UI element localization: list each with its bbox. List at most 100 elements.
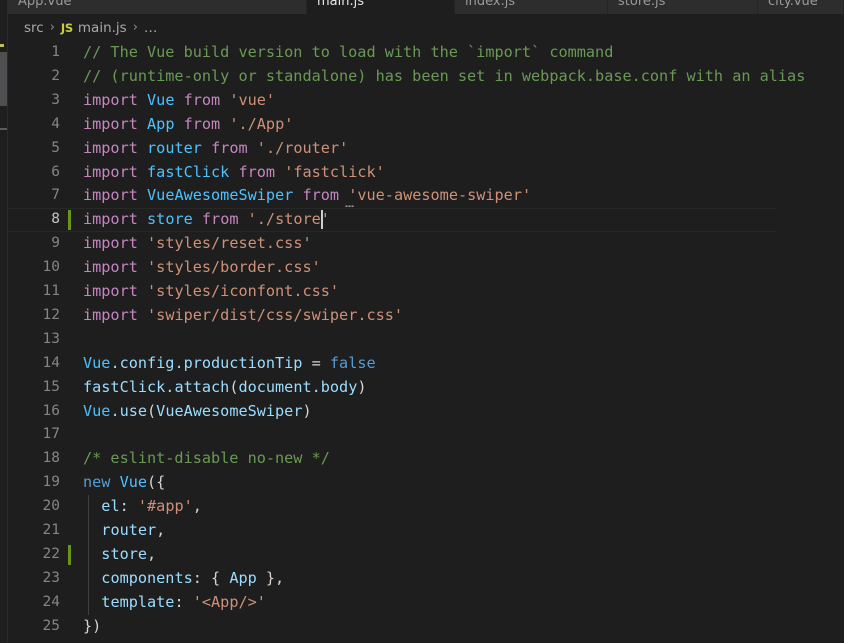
line-number: 5 xyxy=(51,139,60,156)
code-line[interactable]: 24 template: '<App/>' xyxy=(8,591,844,615)
code-line[interactable]: 20 el: '#app', xyxy=(8,495,844,519)
code-line[interactable]: 8 import store from './store' xyxy=(8,208,844,233)
code-token: from xyxy=(238,162,276,181)
code-line[interactable]: 25}) xyxy=(8,615,844,639)
code-token: import xyxy=(83,234,138,253)
code-line[interactable]: 19 new Vue({ xyxy=(8,471,844,495)
vscode-editor-window: App.vue main.js index.js store.js city.vue s… xyxy=(0,0,844,643)
code-token: from xyxy=(211,138,248,157)
code-token: : xyxy=(174,592,193,611)
code-line[interactable]: 11 import 'styles/iconfont.css' xyxy=(8,280,844,304)
code-line[interactable]: 18 /* eslint-disable no-new */ xyxy=(8,447,844,471)
tab-label: App.vue xyxy=(18,0,72,9)
code-token: from xyxy=(302,186,340,205)
code-line[interactable]: 4 import App from './App' xyxy=(8,113,844,137)
code-token: import xyxy=(83,162,138,181)
code-line[interactable]: 7 import VueAwesomeSwiper from 'vue-aweso… xyxy=(8,184,844,208)
editor-tab-main-js[interactable]: main.js xyxy=(307,0,455,14)
scrollbar-warning-marker xyxy=(0,44,4,47)
code-line[interactable]: 14 Vue.config.productionTip = false xyxy=(8,352,844,376)
code-token: 'vue' xyxy=(229,90,276,109)
line-number: 4 xyxy=(51,115,60,132)
code-line[interactable]: 5 import router from './router' xyxy=(8,137,844,161)
code-line[interactable]: 2 // (runtime-only or standalone) has bee… xyxy=(8,65,844,89)
breadcrumb-separator-icon: › xyxy=(49,20,55,35)
code-line[interactable]: 10 import 'styles/border.css' xyxy=(8,256,844,280)
code-line[interactable]: 16 Vue.use(VueAwesomeSwiper) xyxy=(8,400,844,424)
code-text: import 'styles/border.css' xyxy=(83,256,321,280)
code-line[interactable]: 3 import Vue from 'vue' xyxy=(8,89,844,113)
line-number: 1 xyxy=(51,44,60,60)
text-caret xyxy=(321,210,324,230)
code-token: 'vue-awesome-swiper' xyxy=(348,186,532,205)
code-token: fastClick xyxy=(147,162,230,181)
code-line[interactable]: 23 components: { App }, xyxy=(8,567,844,591)
code-line[interactable]: 17 xyxy=(8,423,844,447)
code-token: }, xyxy=(256,568,285,587)
code-token: }) xyxy=(83,616,102,635)
code-token: : { xyxy=(192,568,230,587)
code-line[interactable]: 1 // The Vue build version to load with t… xyxy=(8,41,844,65)
code-token: .config.productionTip xyxy=(110,353,303,372)
breadcrumb[interactable]: src › JS main.js › … xyxy=(8,14,844,41)
code-token: store xyxy=(147,210,193,229)
javascript-file-icon: JS xyxy=(60,20,73,35)
editor-tab-store-js[interactable]: store.js xyxy=(608,0,758,14)
breadcrumb-folder[interactable]: src xyxy=(24,20,44,36)
line-number: 11 xyxy=(42,283,60,299)
gutter-change-marker[interactable] xyxy=(68,544,71,565)
code-token: from xyxy=(201,210,239,229)
code-line[interactable]: 22 store, xyxy=(8,543,844,567)
editor-tab-App-vue[interactable]: App.vue xyxy=(8,0,307,14)
code-token: template xyxy=(101,592,175,611)
code-line[interactable]: 12 import 'swiper/dist/css/swiper.css' xyxy=(8,304,844,328)
code-token: 'styles/iconfont.css' xyxy=(147,282,340,300)
line-number: 19 xyxy=(42,474,60,491)
code-token: Vue xyxy=(83,401,111,420)
code-text: new Vue({ xyxy=(83,471,165,495)
code-token: import xyxy=(83,138,138,157)
code-line[interactable]: 15 fastClick.attach(document.body) xyxy=(8,376,844,400)
code-text: Vue.config.productionTip = false xyxy=(83,352,376,376)
gutter-change-marker[interactable] xyxy=(68,210,71,231)
code-token: : xyxy=(119,497,138,516)
editor-tab-city-vue[interactable]: city.vue xyxy=(758,0,844,14)
code-line[interactable]: 6 import fastClick from 'fastclick' xyxy=(8,161,844,185)
code-token: import xyxy=(83,282,138,300)
code-token: Vue xyxy=(119,473,148,492)
code-token: VueAwesomeSwiper xyxy=(147,186,294,205)
code-token: import xyxy=(83,258,138,277)
code-line[interactable]: 9 import 'styles/reset.css' xyxy=(8,232,844,256)
code-token: // The Vue build version to load with th… xyxy=(83,43,614,61)
code-token: store xyxy=(101,544,148,563)
code-token: components xyxy=(101,568,193,587)
line-number: 2 xyxy=(51,67,60,84)
breadcrumb-symbol-ellipsis[interactable]: … xyxy=(144,20,158,36)
code-line[interactable]: 21 router, xyxy=(8,519,844,543)
code-line[interactable]: 13 xyxy=(8,328,844,352)
code-token: import xyxy=(83,114,138,133)
code-text: }) xyxy=(83,615,101,639)
code-token: import xyxy=(83,186,138,205)
code-text: Vue.use(VueAwesomeSwiper) xyxy=(83,400,312,424)
code-editor[interactable]: 1 // The Vue build version to load with t… xyxy=(8,41,844,643)
code-text: router, xyxy=(83,519,165,543)
code-text: import 'swiper/dist/css/swiper.css' xyxy=(83,304,403,328)
code-text: import Vue from 'vue' xyxy=(83,89,275,113)
code-token: document xyxy=(238,377,312,396)
editor-tab-index-js[interactable]: index.js xyxy=(455,0,608,14)
adjacent-editor-scrollbar[interactable] xyxy=(0,0,8,643)
code-text: /* eslint-disable no-new */ xyxy=(83,447,330,471)
code-token: from xyxy=(183,90,221,109)
code-token: './App' xyxy=(229,114,294,133)
code-token: ({ xyxy=(147,473,166,492)
line-number: 18 xyxy=(42,450,60,467)
line-number: 22 xyxy=(42,545,60,562)
breadcrumb-file[interactable]: main.js xyxy=(78,20,127,36)
